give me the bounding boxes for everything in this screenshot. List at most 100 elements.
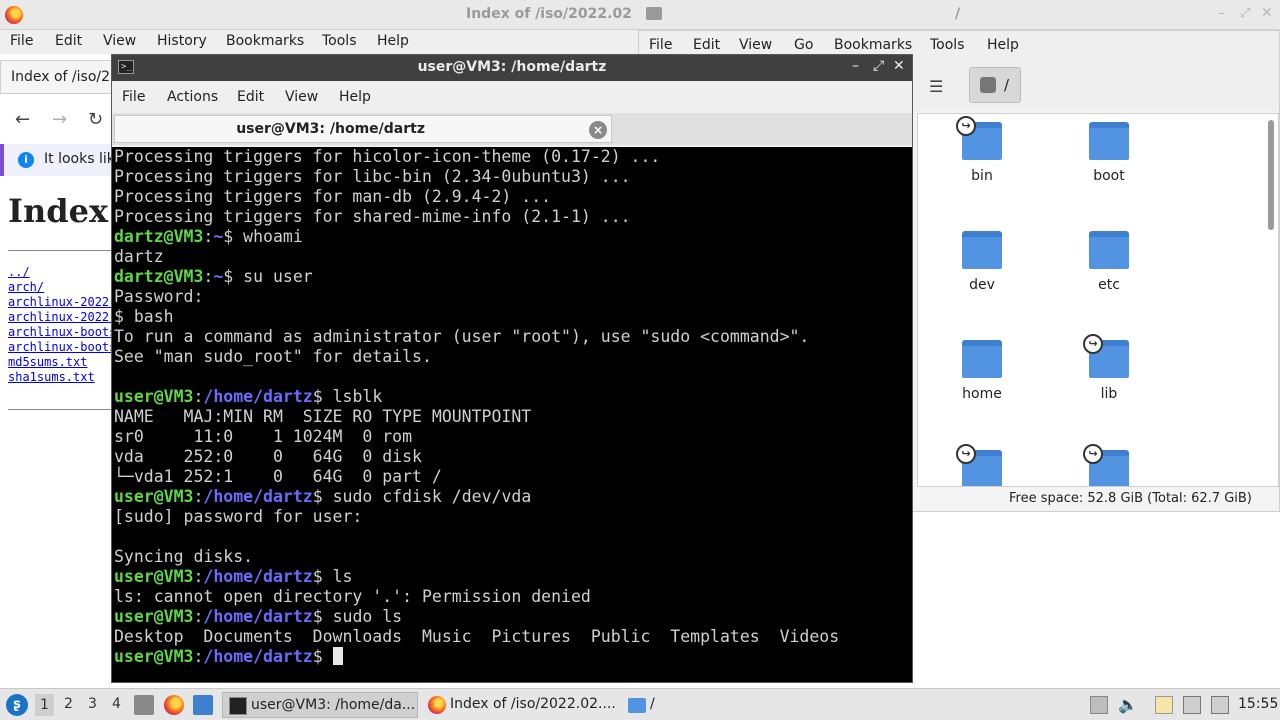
prompt-separator: : [203,227,214,246]
clipboard-icon[interactable] [1155,696,1173,714]
prompt-separator: : [193,567,204,586]
task-label: Index of /iso/2022.02.... [450,696,616,712]
divider [8,409,118,410]
terminal-window: >_ user@VM3: /home/dartz – ⤢ ✕ File Acti… [111,54,913,683]
minimize-icon[interactable]: – [1218,6,1225,21]
terminal-prompt-line: user@VM3:/home/dartz$ sudo ls [114,607,912,627]
folder-icon [962,340,1002,378]
ff-menu-history[interactable]: History [157,33,207,49]
path-label: / [1004,76,1010,94]
term-menu-edit[interactable]: Edit [237,89,264,105]
folder-item-dev[interactable]: dev [932,231,1032,293]
prompt-command: su user [243,267,313,286]
ff-menu-tools[interactable]: Tools [322,33,357,49]
start-menu-icon[interactable]: ʂ [6,694,28,716]
prompt-command: lsblk [332,387,383,406]
file-manager-launcher-icon[interactable] [134,695,154,715]
symlink-icon: ↪ [956,444,976,464]
task-label: user@VM3: /home/da... [251,697,416,713]
folder-icon [1089,122,1129,160]
terminal-cursor [332,647,343,665]
taskbar-task-terminal[interactable]: user@VM3: /home/da... [222,692,418,718]
folder-item-home[interactable]: home [932,340,1032,402]
back-arrow-icon[interactable]: ← [15,109,30,130]
volume-icon[interactable]: 🔈 [1118,696,1138,714]
term-menu-actions[interactable]: Actions [167,89,218,105]
terminal-output-line: Processing triggers for hicolor-icon-the… [114,147,661,166]
terminal-output[interactable]: Processing triggers for hicolor-icon-the… [112,147,912,682]
term-menu-view[interactable]: View [285,89,318,105]
symlink-icon: ↪ [956,116,976,136]
folder-icon [646,7,662,20]
forward-arrow-icon[interactable]: → [52,109,67,130]
taskbar-task-file-manager[interactable]: / [622,692,682,718]
terminal-tab[interactable]: user@VM3: /home/dartz × [114,115,612,143]
fm-menu-file[interactable]: File [649,37,672,53]
prompt-separator: : [193,647,204,666]
fm-icon-view[interactable]: ↪ bin boot dev etc home ↪ lib ↪ ↪ [917,113,1279,487]
symlink-icon: ↪ [1083,444,1103,464]
workspace-2[interactable]: 2 [64,696,73,712]
maximize-icon[interactable]: ⤢ [1240,6,1250,21]
list-view-icon[interactable]: ☰ [929,77,943,96]
fm-menu-view[interactable]: View [739,37,772,53]
workspace-4[interactable]: 4 [112,696,121,712]
prompt-symbol: $ [312,487,333,506]
fm-menu-tools[interactable]: Tools [930,37,965,53]
terminal-output-line: To run a command as administrator (user … [114,327,810,346]
prompt-path: /home/dartz [203,387,313,406]
folder-item[interactable]: ↪ [1059,444,1159,486]
reload-icon[interactable]: ↻ [88,109,103,130]
folder-icon: ↪ [956,444,1002,486]
folder-icon [962,231,1002,269]
terminal-output-line: Syncing disks. [114,547,254,566]
folder-item-boot[interactable]: boot [1059,122,1159,184]
terminal-output-line: Processing triggers for shared-mime-info… [114,207,631,226]
workspace-3[interactable]: 3 [88,696,97,712]
network-icon[interactable] [1211,696,1229,714]
path-button-root[interactable]: / [969,67,1021,103]
close-icon[interactable]: ✕ [1261,5,1273,21]
firefox-launcher-icon[interactable] [164,695,184,715]
ff-menu-view[interactable]: View [103,33,136,49]
folder-item-etc[interactable]: etc [1059,231,1159,293]
terminal-prompt-line: dartz@VM3:~$ su user [114,267,912,287]
ff-menu-bookmarks[interactable]: Bookmarks [226,33,304,49]
ff-menu-file[interactable]: File [10,33,33,49]
close-tab-icon[interactable]: × [589,121,607,139]
terminal-output-line: Processing triggers for man-db (2.9.4-2)… [114,187,552,206]
prompt-path: /home/dartz [203,567,313,586]
terminal-prompt-line: user@VM3:/home/dartz$ ls [114,567,912,587]
ff-menu-help[interactable]: Help [377,33,409,49]
term-menu-file[interactable]: File [122,89,145,105]
close-icon[interactable]: ✕ [893,58,905,74]
terminal-menubar: File Actions Edit View Help [112,81,912,113]
prompt-separator: : [203,267,214,286]
taskbar-task-firefox[interactable]: Index of /iso/2022.02.... [422,692,618,718]
prompt-symbol: $ [312,567,333,586]
folder-item[interactable]: ↪ [932,444,1032,486]
tray-expand-icon[interactable] [1090,696,1108,714]
symlink-icon: ↪ [1083,334,1103,354]
maximize-icon[interactable]: ⤢ [873,58,884,74]
fm-menu-edit[interactable]: Edit [693,37,720,53]
firefox-icon [428,696,446,714]
monitor-icon[interactable] [1183,696,1201,714]
fm-menu-bookmarks[interactable]: Bookmarks [834,37,912,53]
prompt-command: sudo ls [332,607,403,626]
folder-item-bin[interactable]: ↪ bin [932,116,1032,184]
folder-launcher-icon[interactable] [193,695,213,715]
folder-label: lib [1100,386,1118,402]
fm-status-bar: Free space: 52.8 GiB (Total: 62.7 GiB) [1009,491,1252,506]
fm-menu-go[interactable]: Go [794,37,813,53]
fm-scrollbar[interactable] [1268,120,1274,230]
term-menu-help[interactable]: Help [339,89,371,105]
minimize-icon[interactable]: – [852,58,859,74]
firefox-tab[interactable]: Index of /iso/2022.02 [0,60,159,94]
workspace-1[interactable]: 1 [35,694,54,716]
firefox-navbar: ← → ↻ [0,100,115,140]
folder-item-lib[interactable]: ↪ lib [1059,334,1159,402]
fm-menu-help[interactable]: Help [987,37,1019,53]
ff-menu-edit[interactable]: Edit [55,33,82,49]
